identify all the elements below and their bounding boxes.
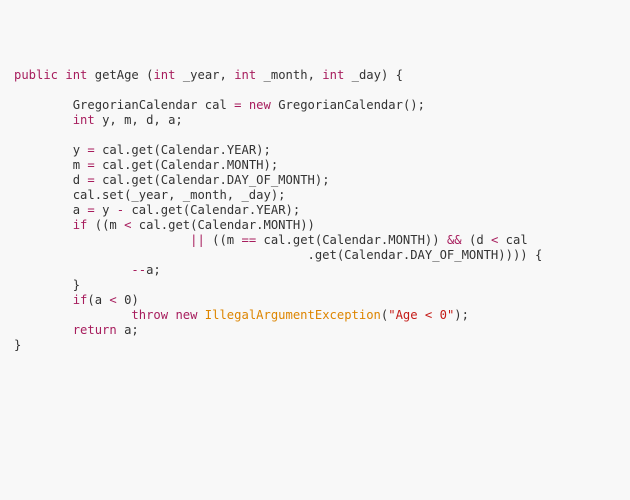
comma: , [220, 68, 227, 82]
stmt-calset: cal.set(_year, _month, _day); [73, 188, 286, 202]
code-block: public int getAge (int _year, int _month… [14, 68, 616, 353]
param-day: _day [352, 68, 381, 82]
brace-close: } [14, 338, 21, 352]
brace-close: } [73, 278, 80, 292]
paren-close: ) [381, 68, 388, 82]
cond-part: cal [498, 233, 527, 247]
op-lt: < [109, 293, 116, 307]
cond-part: cal.get(Calendar.MONTH)) [131, 218, 314, 232]
keyword-public: public [14, 68, 58, 82]
var-a: a [73, 203, 80, 217]
ctor-gregorian: GregorianCalendar(); [278, 98, 425, 112]
var-y: y [73, 143, 80, 157]
param-year: _year [183, 68, 220, 82]
brace-open: { [396, 68, 403, 82]
op-eq: = [87, 203, 94, 217]
var-d: d [73, 173, 80, 187]
method-name: getAge [95, 68, 139, 82]
cond-part: ((m [205, 233, 242, 247]
keyword-new: new [175, 308, 197, 322]
stmt-a: a; [146, 263, 161, 277]
op-eq: = [87, 158, 94, 172]
cond-part: ((m [95, 218, 124, 232]
return-a: a; [117, 323, 139, 337]
keyword-new: new [249, 98, 271, 112]
var-m: m [73, 158, 80, 172]
comma: , [308, 68, 315, 82]
op-minus: - [117, 203, 124, 217]
var-y: y [102, 203, 109, 217]
op-eq: = [87, 173, 94, 187]
keyword-int: int [65, 68, 87, 82]
cond-a: (a [87, 293, 109, 307]
keyword-int: int [153, 68, 175, 82]
var-cal: cal [205, 98, 227, 112]
expr-cal-day: cal.get(Calendar.DAY_OF_MONTH); [102, 173, 329, 187]
expr-cal-year2: cal.get(Calendar.YEAR); [131, 203, 300, 217]
type-gregorian: GregorianCalendar [73, 98, 198, 112]
param-month: _month [264, 68, 308, 82]
string-literal: "Age < 0" [388, 308, 454, 322]
expr-cal-month: cal.get(Calendar.MONTH); [102, 158, 278, 172]
paren-close-semi: ); [454, 308, 469, 322]
keyword-return: return [73, 323, 117, 337]
cond-part: (d [462, 233, 491, 247]
cond-part: .get(Calendar.DAY_OF_MONTH)))) { [308, 248, 543, 262]
var-decls: y, m, d, a; [102, 113, 183, 127]
op-or: || [190, 233, 205, 247]
keyword-if: if [73, 218, 88, 232]
op-eq: = [234, 98, 241, 112]
op-eqeq: == [241, 233, 256, 247]
keyword-int: int [73, 113, 95, 127]
op-dec: -- [131, 263, 146, 277]
op-and: && [447, 233, 462, 247]
keyword-int: int [234, 68, 256, 82]
keyword-throw: throw [131, 308, 168, 322]
paren-close: ) [131, 293, 138, 307]
type-iae: IllegalArgumentException [205, 308, 381, 322]
keyword-int: int [322, 68, 344, 82]
op-eq: = [87, 143, 94, 157]
expr-cal-year: cal.get(Calendar.YEAR); [102, 143, 271, 157]
cond-part: cal.get(Calendar.MONTH)) [256, 233, 447, 247]
keyword-if: if [73, 293, 88, 307]
